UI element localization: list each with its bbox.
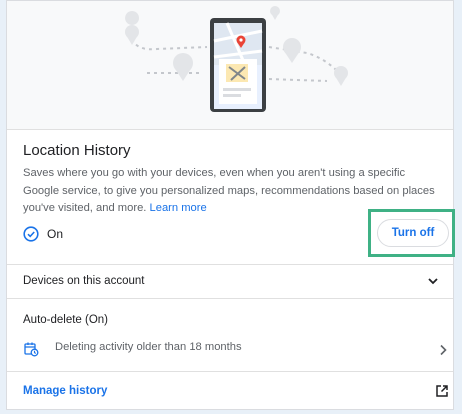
chevron-down-icon xyxy=(428,278,438,285)
calendar-delete-icon xyxy=(24,342,39,357)
section-title: Location History xyxy=(23,142,131,159)
divider xyxy=(7,371,453,372)
open-in-new-icon[interactable] xyxy=(435,384,449,398)
status-row: On xyxy=(23,225,63,243)
auto-delete-row[interactable]: Deleting activity older than 18 months xyxy=(7,335,453,365)
phone-map-illustration xyxy=(125,6,348,112)
devices-label: Devices on this account xyxy=(23,275,145,287)
status-label: On xyxy=(47,227,64,241)
location-history-card: Location History Saves where you go with… xyxy=(6,0,455,410)
hero-illustration xyxy=(7,1,453,130)
auto-delete-title: Auto-delete (On) xyxy=(23,314,109,326)
manage-history-link[interactable]: Manage history xyxy=(23,385,107,397)
auto-delete-description: Deleting activity older than 18 months xyxy=(55,341,242,353)
divider xyxy=(7,298,453,299)
check-circle-icon xyxy=(23,226,39,242)
description-text: Saves where you go with your devices, ev… xyxy=(23,167,435,214)
chevron-right-icon xyxy=(440,344,447,356)
turn-off-button[interactable]: Turn off xyxy=(377,219,449,247)
learn-more-link[interactable]: Learn more xyxy=(150,202,207,214)
devices-on-account-row[interactable]: Devices on this account xyxy=(7,265,453,297)
